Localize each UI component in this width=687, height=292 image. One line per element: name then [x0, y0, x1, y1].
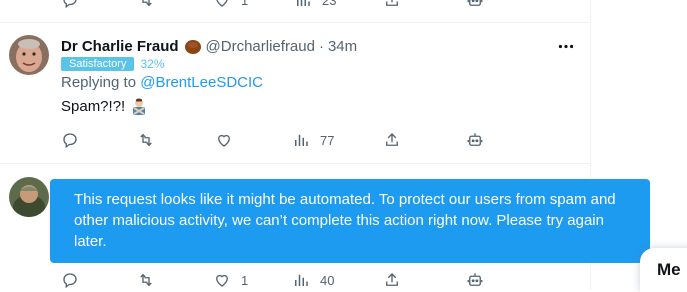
retweet-button[interactable] — [137, 268, 155, 292]
replying-prefix: Replying to — [61, 74, 137, 91]
retweet-button[interactable] — [137, 128, 155, 152]
more-dots-icon — [558, 44, 574, 48]
robot-icon — [467, 133, 483, 146]
heart-icon — [216, 274, 228, 287]
tweet-divider — [0, 163, 590, 164]
reply-button[interactable] — [61, 0, 79, 12]
retweet-icon — [140, 273, 152, 287]
avatar[interactable] — [9, 35, 49, 75]
author-name[interactable]: Dr Charlie Fraud — [61, 38, 179, 55]
views-button[interactable]: 77 — [292, 128, 334, 152]
share-icon — [386, 133, 398, 146]
reply-icon — [63, 133, 77, 149]
tweet-header: Dr Charlie Fraud @Drcharliefraud · 34m — [61, 37, 357, 55]
tweet-body: Spam?!?! — [61, 97, 126, 115]
replying-to-line: Replying to @BrentLeeSDCIC — [61, 74, 263, 91]
reply-icon — [63, 0, 77, 9]
share-icon — [386, 273, 398, 286]
bar-chart-icon — [295, 134, 308, 146]
replying-to-link[interactable]: @BrentLeeSDCIC — [140, 74, 263, 91]
views-count: 23 — [322, 0, 337, 8]
grok-button[interactable] — [466, 0, 484, 12]
grok-button[interactable] — [466, 128, 484, 152]
next-tweet-actions: 1 40 — [0, 268, 590, 292]
messages-drawer-tab[interactable]: Me — [640, 248, 687, 292]
label-icon — [184, 37, 202, 55]
badge-percent: 32% — [140, 57, 165, 71]
reply-button[interactable] — [61, 268, 79, 292]
reply-button[interactable] — [61, 128, 79, 152]
bar-chart-icon — [297, 0, 310, 6]
like-button[interactable]: 1 — [213, 268, 248, 292]
views-count: 77 — [320, 132, 335, 148]
share-icon — [386, 0, 398, 6]
retweet-button[interactable] — [137, 0, 155, 12]
tweet-time[interactable]: 34m — [328, 38, 357, 55]
share-button[interactable] — [383, 268, 401, 292]
messages-drawer-label: Me — [657, 260, 681, 279]
avatar-image — [9, 35, 49, 75]
robot-icon — [467, 273, 483, 286]
robot-icon — [467, 0, 483, 6]
more-button[interactable] — [556, 38, 576, 54]
share-button[interactable] — [383, 0, 401, 12]
grok-button[interactable] — [466, 268, 484, 292]
bar-chart-icon — [295, 274, 308, 286]
tweet-actions: 77 — [0, 128, 590, 152]
separator-dot: · — [318, 37, 324, 55]
like-count: 1 — [241, 0, 249, 8]
avatar[interactable] — [9, 177, 49, 217]
person-gesturing-no-icon — [130, 97, 148, 115]
retweet-icon — [140, 133, 152, 147]
share-button[interactable] — [383, 128, 401, 152]
views-button[interactable]: 40 — [292, 268, 334, 292]
heart-icon — [218, 134, 230, 147]
heart-icon — [216, 0, 228, 7]
prev-tweet-actions: 1 23 — [0, 0, 590, 12]
like-button[interactable] — [215, 128, 233, 152]
error-toast: This request looks like it might be auto… — [50, 179, 650, 263]
reply-icon — [63, 273, 77, 289]
toast-message: This request looks like it might be auto… — [74, 191, 616, 250]
status-badge: Satisfactory — [61, 57, 135, 71]
like-button[interactable]: 1 — [213, 0, 248, 12]
views-count: 40 — [320, 272, 335, 288]
retweet-icon — [142, 0, 152, 7]
score-badge-row: Satisfactory 32% — [61, 57, 165, 71]
tweet-text: Spam?!?! — [61, 97, 148, 115]
author-handle[interactable]: @Drcharliefraud — [206, 38, 315, 55]
tweet-divider — [0, 22, 590, 23]
views-button[interactable]: 23 — [294, 0, 336, 12]
like-count: 1 — [241, 272, 249, 288]
avatar-image — [9, 177, 49, 217]
